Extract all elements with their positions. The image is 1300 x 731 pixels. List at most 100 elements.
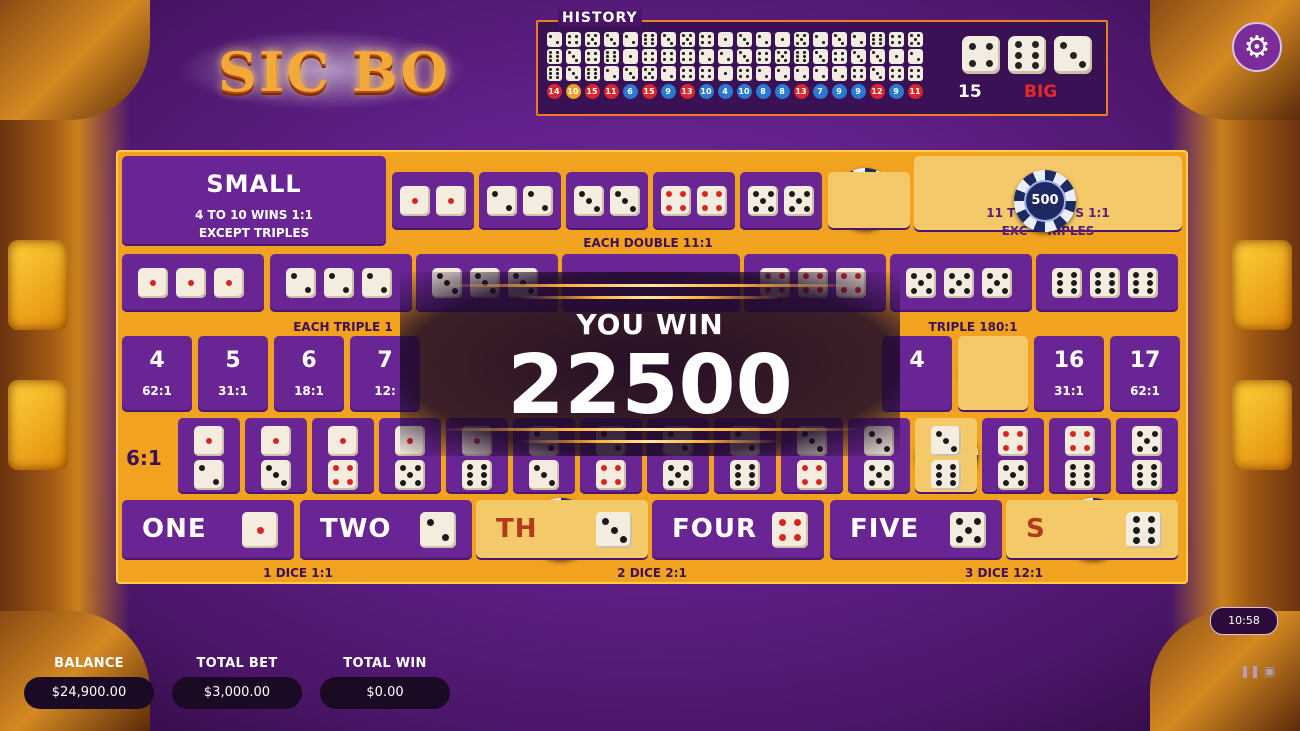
bet-single-6[interactable]: S (1006, 500, 1178, 560)
total-win-value: $0.00 (320, 677, 450, 709)
total-bet-label: TOTAL BET (196, 656, 278, 671)
single-label: FOUR (672, 514, 757, 544)
bet-total-17[interactable]: 17 62:1 (1110, 336, 1180, 412)
bet-double-5[interactable] (740, 172, 822, 230)
history-sum-badge: 14 (546, 84, 562, 99)
die-face-5 (864, 460, 894, 490)
die-face-4 (907, 66, 923, 81)
big-line1b: S 1:1 (1075, 206, 1110, 220)
bet-double-6[interactable] (828, 172, 910, 230)
history-sum-badge: 11 (603, 84, 619, 99)
history-sum-badge: 10 (565, 84, 581, 99)
die-face-5 (793, 32, 809, 47)
total-win-panel: TOTAL WIN $0.00 (320, 656, 450, 709)
settings-button[interactable]: ⚙ (1232, 22, 1282, 72)
die-face-2 (812, 66, 828, 81)
screen-icon[interactable]: ▣ (1264, 664, 1275, 678)
total-number: 4 (149, 348, 165, 373)
die-face-4 (698, 66, 714, 81)
bet-double-4[interactable] (653, 172, 735, 230)
total-payout: 62:1 (1130, 384, 1160, 398)
total-payout: 31:1 (218, 384, 248, 398)
history-sum-badge: 7 (812, 84, 828, 99)
die-face-4 (797, 460, 827, 490)
bet-combo-4-6[interactable] (1049, 418, 1111, 494)
bet-single-3[interactable]: TH (476, 500, 648, 560)
pause-icon[interactable]: ❚❚ (1240, 664, 1260, 678)
bet-combo-1-3[interactable] (245, 418, 307, 494)
die-face-4 (565, 32, 581, 47)
bet-triple-6[interactable] (1036, 254, 1178, 312)
history-sum-badge: 8 (755, 84, 771, 99)
bet-total-4[interactable]: 4 62:1 (122, 336, 192, 412)
die-face-3 (660, 32, 676, 47)
bet-combo-3-6[interactable] (915, 418, 977, 494)
sic-bo-logo: SIC BO (178, 22, 468, 112)
die-face-6 (546, 66, 562, 81)
bet-single-5[interactable]: FIVE (830, 500, 1002, 560)
bet-triple-1[interactable] (122, 254, 264, 312)
history-column: 11 (603, 32, 619, 99)
win-caption: YOU WIN (576, 308, 724, 341)
bet-double-3[interactable] (566, 172, 648, 230)
bet-single-4[interactable]: FOUR (652, 500, 824, 560)
die-face-1 (400, 186, 430, 216)
die-face-5 (1132, 426, 1162, 456)
bet-total-5[interactable]: 5 31:1 (198, 336, 268, 412)
bet-combo-1-2[interactable] (178, 418, 240, 494)
die-face-4 (888, 32, 904, 47)
die-face-5 (584, 32, 600, 47)
history-column: 9 (660, 32, 676, 99)
die-face-2 (812, 32, 828, 47)
total-number: 6 (301, 348, 317, 373)
die-face-2 (420, 512, 456, 548)
die-face-2 (755, 32, 771, 47)
total-payout: 18:1 (294, 384, 324, 398)
bet-double-2[interactable] (479, 172, 561, 230)
bet-combo-5-6[interactable] (1116, 418, 1178, 494)
three-dice-payout: 3 DICE 12:1 (965, 566, 1043, 580)
bet-double-1[interactable] (392, 172, 474, 230)
single-label: ONE (142, 514, 207, 544)
bet-small[interactable]: SMALL 4 TO 10 WINS 1:1 EXCEPT TRIPLES (122, 156, 386, 246)
total-payout: 31:1 (1054, 384, 1084, 398)
die-face-5 (950, 512, 986, 548)
die-face-3 (850, 49, 866, 64)
history-column: 8 (774, 32, 790, 99)
die-face-2 (324, 268, 354, 298)
die-face-6 (1008, 36, 1046, 74)
die-face-2 (774, 66, 790, 81)
bet-combo-4-5[interactable] (982, 418, 1044, 494)
bet-single-1[interactable]: ONE (122, 500, 294, 560)
die-face-4 (772, 512, 808, 548)
history-column: 15 (584, 32, 600, 99)
bet-triple-2[interactable] (270, 254, 412, 312)
gem-decoration (8, 240, 68, 330)
die-face-4 (679, 49, 695, 64)
bet-chip[interactable]: 500 (1014, 170, 1076, 232)
bet-total-6[interactable]: 6 18:1 (274, 336, 344, 412)
die-face-1 (261, 426, 291, 456)
game-stage: SIC BO HISTORY 14 10 15 11 6 15 9 13 10 4 10 8 8 13 7 9… (0, 0, 1300, 731)
die-face-1 (242, 512, 278, 548)
total-bet-panel: TOTAL BET $3,000.00 (172, 656, 302, 709)
bet-total-15[interactable] (958, 336, 1028, 412)
die-face-6 (546, 49, 562, 64)
bet-total-16[interactable]: 16 31:1 (1034, 336, 1104, 412)
die-face-3 (831, 32, 847, 47)
die-face-4 (998, 426, 1028, 456)
single-label: FIVE (850, 514, 920, 544)
die-face-4 (962, 36, 1000, 74)
die-face-1 (194, 426, 224, 456)
die-face-3 (603, 32, 619, 47)
bet-triple-6[interactable] (890, 254, 1032, 312)
die-face-4 (679, 66, 695, 81)
die-face-6 (584, 66, 600, 81)
bet-combo-1-4[interactable] (312, 418, 374, 494)
bet-single-2[interactable]: TWO (300, 500, 472, 560)
die-face-5 (395, 460, 425, 490)
die-face-3 (261, 460, 291, 490)
history-sum-badge: 11 (907, 84, 923, 99)
total-number: 17 (1129, 348, 1161, 373)
die-face-6 (869, 32, 885, 47)
